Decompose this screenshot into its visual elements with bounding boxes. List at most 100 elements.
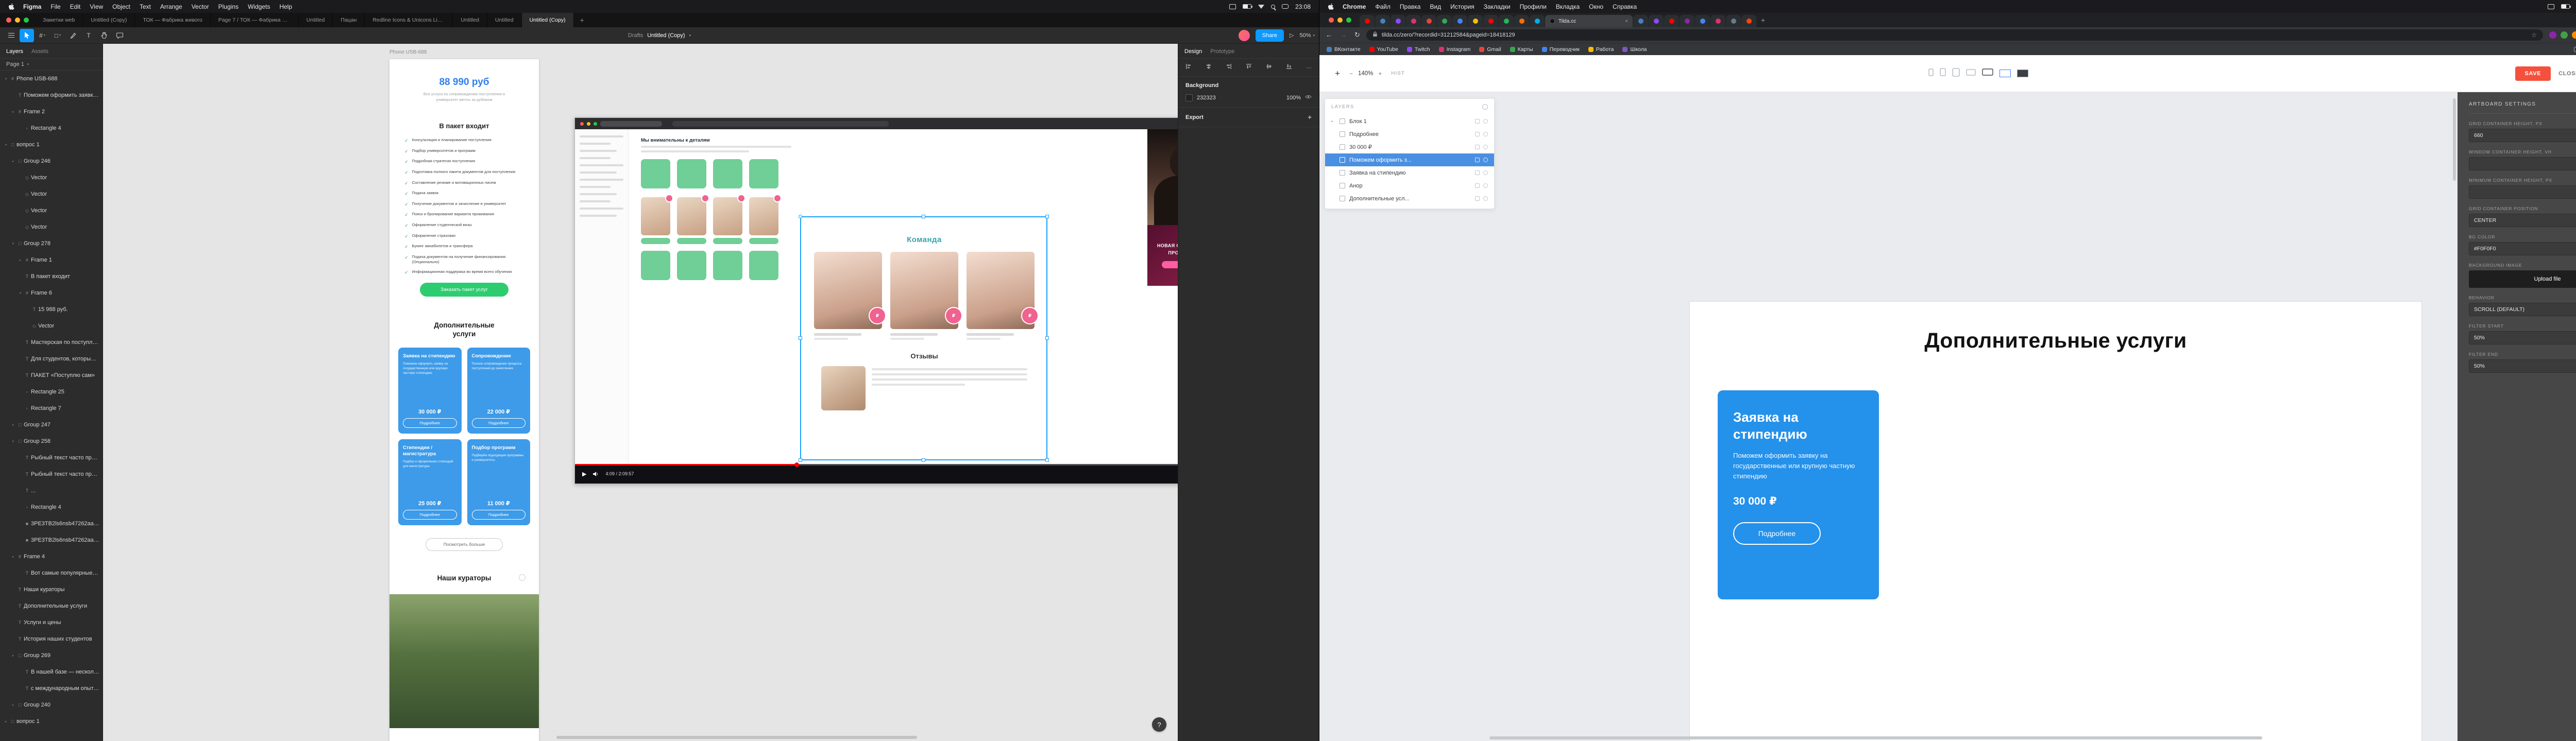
layer-row-3[interactable]: ▫Rectangle 4 — [0, 120, 103, 136]
layer-row-22[interactable]: ▾□Group 258 — [0, 433, 103, 450]
layer-row-39[interactable]: ▸□вопрос 1 — [0, 713, 103, 730]
right-menu-4[interactable]: История — [1450, 3, 1475, 10]
hand-tool[interactable] — [97, 29, 111, 42]
layer-row-5[interactable]: ▸□Group 246 — [0, 153, 103, 169]
layer-row-18[interactable]: TПАКЕТ «Поступлю сам» — [0, 367, 103, 384]
lock-icon[interactable] — [1475, 183, 1480, 188]
background-color-swatch[interactable] — [1185, 94, 1193, 101]
extra-card-3[interactable]: Подбор программПодберём подходящие прогр… — [467, 439, 531, 525]
bookmark-7[interactable]: Работа — [1588, 46, 1614, 53]
layer-row-34[interactable]: TИстория наших студентов — [0, 631, 103, 647]
resize-handle[interactable] — [799, 458, 802, 462]
layer-row-28[interactable]: ■3PE3TB2ls6nsb47262aaaa569b64b537 1 — [0, 532, 103, 548]
chrome-tab-15[interactable] — [1680, 15, 1694, 27]
design-frame[interactable]: 88 990 руб Все услуги по сопровождению п… — [389, 59, 539, 741]
layer-row-14[interactable]: T15 988 руб. — [0, 301, 103, 318]
layer-row-7[interactable]: ◇Vector — [0, 186, 103, 202]
artboard-dark-thumb[interactable] — [2017, 70, 2028, 77]
left-menu-7[interactable]: Vector — [192, 3, 209, 10]
extra-card-0[interactable]: Заявка на стипендиюПоможем оформить заяв… — [398, 348, 462, 434]
back-button[interactable]: ← — [1326, 31, 1332, 39]
bookmark-6[interactable]: Переводчик — [1542, 46, 1580, 53]
left-menu-6[interactable]: Arrange — [160, 3, 182, 10]
figma-tab-1[interactable]: Untitled (Copy) — [83, 13, 135, 27]
setting-input[interactable]: 50% — [2469, 331, 2576, 344]
resize-handle[interactable] — [1045, 458, 1049, 462]
align-right-icon[interactable] — [1226, 63, 1232, 72]
setting-input[interactable] — [2469, 185, 2576, 199]
screen-mirroring-icon[interactable] — [2548, 4, 2554, 9]
layer-row-38[interactable]: ▸□Group 240 — [0, 697, 103, 713]
card-more-button[interactable]: Подробнее — [403, 418, 457, 428]
help-button[interactable]: ? — [1152, 717, 1166, 732]
chrome-tab-2[interactable] — [1391, 15, 1405, 27]
figma-tab-5[interactable]: Пацан — [333, 13, 365, 27]
eye-icon[interactable] — [1483, 183, 1488, 188]
device-mobile-icon[interactable] — [1928, 68, 1934, 79]
history-button[interactable]: HIST — [1391, 71, 1404, 76]
layer-row-23[interactable]: TРыбный текст часто применяется для демо… — [0, 450, 103, 466]
eye-icon[interactable] — [1483, 145, 1488, 149]
layer-row-35[interactable]: ▸□Group 269 — [0, 647, 103, 664]
zoom-in-button[interactable]: + — [1378, 70, 1382, 77]
left-menu-4[interactable]: Object — [112, 3, 130, 10]
tilda-layer-6[interactable]: Дополнительные усл... — [1325, 192, 1494, 205]
left-menu-3[interactable]: View — [90, 3, 103, 10]
layer-row-0[interactable]: ▾#Phone USB-688 — [0, 71, 103, 87]
reading-list-button[interactable]: Список для чтения — [2574, 46, 2576, 53]
chrome-tab-14[interactable] — [1664, 15, 1679, 27]
right-menu-0[interactable]: Chrome — [1343, 3, 1366, 10]
align-vertical-center-icon[interactable] — [1266, 63, 1272, 72]
lock-icon[interactable] — [1475, 158, 1480, 162]
chrome-tab-13[interactable] — [1649, 15, 1664, 27]
setting-select[interactable]: SCROLL (DEFAULT)▼ — [2469, 303, 2576, 316]
forward-button[interactable]: → — [1340, 31, 1347, 39]
eye-icon[interactable] — [1483, 158, 1488, 162]
window-controls[interactable] — [0, 13, 35, 27]
user-avatar[interactable] — [1239, 30, 1250, 41]
layer-row-9[interactable]: ◇Vector — [0, 219, 103, 235]
zoom-select[interactable]: 50%▾ — [1299, 32, 1315, 39]
lock-icon[interactable] — [1475, 132, 1480, 136]
text-tool[interactable]: T — [81, 29, 96, 42]
tilda-layer-2[interactable]: 30 000 ₽ — [1325, 141, 1494, 153]
right-menu-1[interactable]: Файл — [1375, 3, 1391, 10]
tab-assets[interactable]: Assets — [31, 48, 48, 55]
scholarship-card[interactable]: Заявка на стипендию Поможем оформить зая… — [1718, 390, 1879, 599]
upload-file-button[interactable]: Upload file — [2469, 270, 2576, 288]
eye-icon[interactable] — [1483, 119, 1488, 124]
layer-row-8[interactable]: ◇Vector — [0, 202, 103, 219]
wifi-icon[interactable] — [1258, 4, 1264, 9]
eye-icon[interactable] — [1483, 132, 1488, 136]
chrome-tab-17[interactable] — [1710, 15, 1725, 27]
reload-button[interactable]: ↻ — [1354, 31, 1360, 39]
window-controls[interactable] — [1323, 18, 1358, 23]
present-button[interactable]: ▷ — [1290, 32, 1294, 39]
resize-handle[interactable] — [1045, 215, 1049, 218]
layer-row-24[interactable]: TРыбный текст часто применяется для демо… — [0, 466, 103, 482]
resize-handle[interactable] — [1045, 336, 1049, 340]
add-element-button[interactable]: + — [1335, 68, 1340, 79]
layer-row-37[interactable]: Tс международным опытом сопровождения ст… — [0, 680, 103, 697]
extension-icon[interactable] — [2572, 31, 2576, 39]
visibility-eye-icon[interactable] — [1305, 94, 1312, 101]
share-button[interactable]: Share — [1256, 29, 1284, 42]
layer-row-25[interactable]: T... — [0, 482, 103, 499]
card-more-button[interactable]: Подробнее — [403, 510, 457, 520]
control-center-icon[interactable] — [1282, 4, 1289, 9]
left-menu-8[interactable]: Plugins — [218, 3, 239, 10]
extension-icon[interactable] — [2549, 31, 2556, 39]
right-menu-3[interactable]: Вид — [1430, 3, 1441, 10]
left-menu-1[interactable]: File — [50, 3, 60, 10]
video-volume-icon[interactable] — [592, 471, 599, 477]
tab-design[interactable]: Design — [1184, 48, 1202, 55]
layer-row-32[interactable]: TДополнительные услуги — [0, 598, 103, 614]
close-button[interactable]: CLOSE — [2558, 71, 2576, 77]
chrome-tab-12[interactable] — [1633, 15, 1648, 27]
align-left-icon[interactable] — [1185, 63, 1192, 72]
right-menu-8[interactable]: Окно — [1589, 3, 1603, 10]
chrome-tab-6[interactable] — [1452, 15, 1467, 27]
figma-tab-2[interactable]: ТОК — Фабрика живого — [135, 13, 210, 27]
close-tab-icon[interactable]: × — [1625, 19, 1628, 24]
tilda-layer-1[interactable]: Подробнее — [1325, 128, 1494, 141]
